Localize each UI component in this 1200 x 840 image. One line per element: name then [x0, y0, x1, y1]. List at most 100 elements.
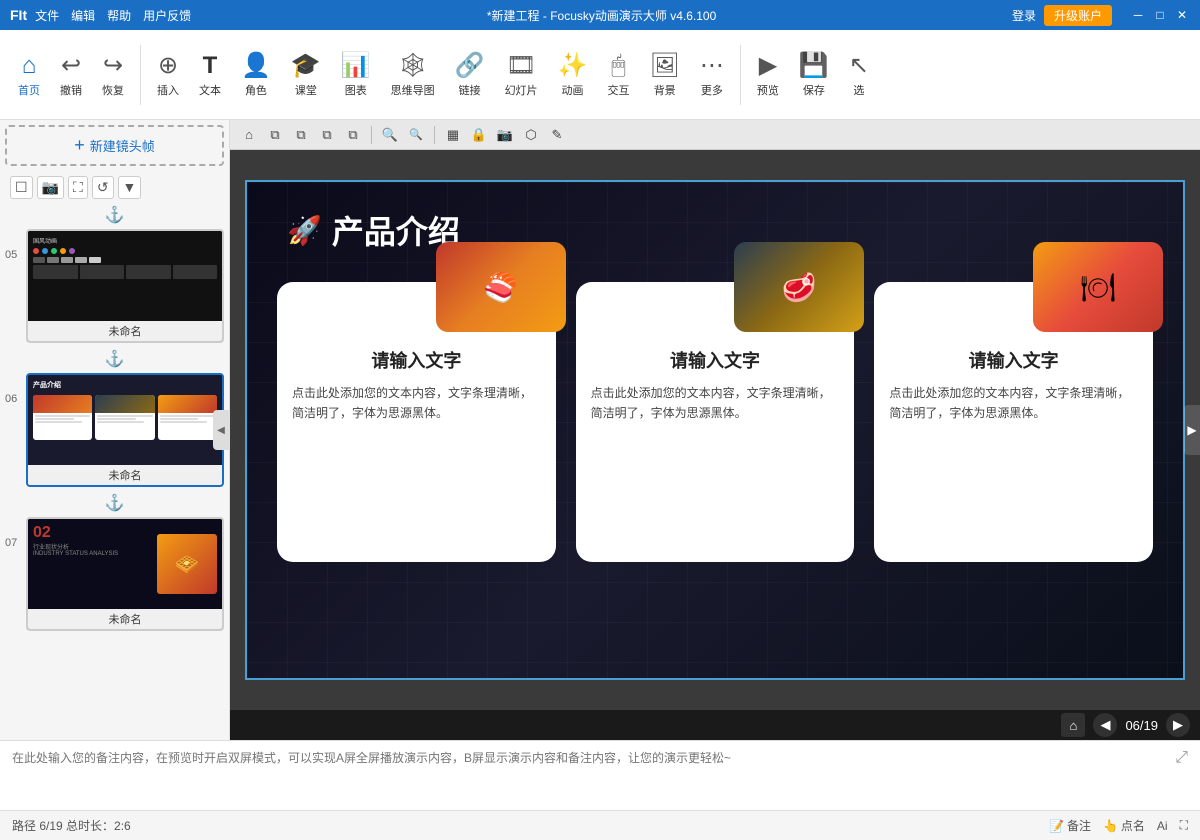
- nav-prev-button[interactable]: ◀: [1093, 713, 1117, 737]
- thumb-05-grid: [33, 265, 217, 279]
- nav-home-button[interactable]: ⌂: [1061, 713, 1085, 737]
- main-content: + 新建镜头帧 ☐ 📷 ⛶ ↺ ▼ ⚓ 05 国风动画: [0, 120, 1200, 740]
- toolbar-bg-label: 背景: [654, 82, 676, 98]
- toolbar-select[interactable]: ↖ 选: [841, 47, 877, 102]
- canvas-sep-2: [434, 126, 435, 144]
- redo-icon: ↪: [103, 51, 123, 80]
- login-button[interactable]: 登录: [1012, 7, 1036, 24]
- more-button[interactable]: ▼: [118, 176, 142, 199]
- toolbar-home[interactable]: ⌂ 首页: [10, 48, 48, 102]
- rotate-button[interactable]: ↺: [92, 176, 114, 199]
- canvas-del-tool[interactable]: ⧉: [342, 124, 364, 146]
- canvas-area: ⌂ ⧉ ⧉ ⧉ ⧉ 🔍 🔍 ▦ 🔒 📷 ⬡ ✎ 🚀 产品介绍: [230, 120, 1200, 740]
- slide-card-2[interactable]: 🥩 请输入文字 点击此处添加您的文本内容，文字条理清晰，简洁明了，字体为思源黑体…: [576, 282, 855, 562]
- maximize-button[interactable]: □: [1152, 7, 1168, 23]
- canvas-copy-tool[interactable]: ⧉: [264, 124, 286, 146]
- menu-edit[interactable]: 编辑: [71, 7, 95, 24]
- menu-file[interactable]: 文件: [35, 7, 59, 24]
- toolbar-redo[interactable]: ↪ 恢复: [94, 47, 132, 102]
- ai-button[interactable]: Ai: [1157, 819, 1168, 833]
- toolbar-undo[interactable]: ↩ 撤销: [52, 47, 90, 102]
- close-button[interactable]: ✕: [1174, 7, 1190, 23]
- statusbar-right: 📝 备注 👆 点名 Ai ⛶: [1049, 817, 1188, 834]
- notes-expand-button[interactable]: ⤢: [1175, 749, 1188, 767]
- food-image-3: 🍽: [1033, 242, 1163, 332]
- toolbar-select-label: 选: [853, 82, 864, 98]
- canvas-zoomout-tool[interactable]: 🔍: [405, 124, 427, 146]
- page-info: 06/19: [1125, 718, 1158, 733]
- toolbar-text[interactable]: T 文本: [191, 48, 229, 102]
- card-text-3[interactable]: 点击此处添加您的文本内容，文字条理清晰，简洁明了，字体为思源黑体。: [889, 383, 1138, 424]
- mindmap-icon: 🕸: [397, 51, 427, 80]
- fullscreen-button[interactable]: ⛶: [1180, 818, 1188, 833]
- canvas-shape-tool[interactable]: ⬡: [520, 124, 542, 146]
- nav-next-button[interactable]: ▶: [1166, 713, 1190, 737]
- slide-thumbnail-07[interactable]: 02 行业现状分析INDUSTRY STATUS ANALYSIS 🧇 未命名: [26, 517, 224, 631]
- card-text-2[interactable]: 点击此处添加您的文本内容，文字条理清晰，简洁明了，字体为思源黑体。: [591, 383, 840, 424]
- right-expand-button[interactable]: ▶: [1184, 405, 1200, 455]
- slide-card-img-3: 🍽: [1033, 242, 1163, 332]
- collapse-panel-button[interactable]: ◀: [213, 410, 229, 450]
- copy-frame-button[interactable]: ☐: [10, 176, 33, 199]
- dotname-button[interactable]: 👆 点名: [1103, 817, 1145, 834]
- card-title-3[interactable]: 请输入文字: [889, 347, 1138, 373]
- slide-card-1[interactable]: 🍣 请输入文字 点击此处添加您的文本内容，文字条理清晰，简洁明了，字体为思源黑体…: [277, 282, 556, 562]
- toolbar-bg[interactable]: 🖼 背景: [641, 47, 687, 102]
- canvas-edit-tool[interactable]: ✎: [546, 124, 568, 146]
- toolbar-preview[interactable]: ▶ 预览: [749, 47, 787, 102]
- card-title-1[interactable]: 请输入文字: [292, 347, 541, 373]
- canvas-grid-tool[interactable]: ▦: [442, 124, 464, 146]
- thumb-05-dots: [33, 248, 217, 254]
- toolbar-chart[interactable]: 📊 图表: [333, 47, 379, 102]
- toolbar-more[interactable]: ⋯ 更多: [692, 47, 732, 102]
- canvas-zoomin-tool[interactable]: 🔍: [379, 124, 401, 146]
- toolbar-role[interactable]: 👤 角色: [233, 47, 279, 102]
- upgrade-button[interactable]: 升级账户: [1044, 5, 1112, 26]
- toolbar-insert[interactable]: ⊕ 插入: [149, 47, 187, 102]
- interact-icon: 🖱: [611, 52, 625, 80]
- menu-feedback[interactable]: 用户反馈: [143, 7, 191, 24]
- notes-icon: 📝: [1049, 819, 1064, 833]
- dotname-label: 点名: [1121, 817, 1145, 834]
- canvas-lock-tool[interactable]: 🔒: [468, 124, 490, 146]
- notes-button[interactable]: 📝 备注: [1049, 817, 1091, 834]
- slide-thumbnail-05[interactable]: 国风动画: [26, 229, 224, 343]
- fit-button[interactable]: ⛶: [68, 176, 88, 199]
- canvas-cut-tool[interactable]: ⧉: [316, 124, 338, 146]
- new-frame-button[interactable]: + 新建镜头帧: [5, 125, 224, 166]
- toolbar-save-label: 保存: [803, 82, 825, 98]
- toolbar-link[interactable]: 🔗 链接: [447, 47, 493, 102]
- card-title-2[interactable]: 请输入文字: [591, 347, 840, 373]
- toolbar-class[interactable]: 🎓 课堂: [283, 47, 329, 102]
- slide-canvas[interactable]: 🚀 产品介绍 🍣 请输入文字 点击此处添加您的文本内容，文字条理清晰，简洁明了，…: [245, 180, 1185, 680]
- canvas-content[interactable]: 🚀 产品介绍 🍣 请输入文字 点击此处添加您的文本内容，文字条理清晰，简洁明了，…: [230, 150, 1200, 710]
- toolbar-save[interactable]: 💾 保存: [791, 47, 837, 102]
- menu-help[interactable]: 帮助: [107, 7, 131, 24]
- canvas-photo-tool[interactable]: 📷: [494, 124, 516, 146]
- ai-label: Ai: [1157, 819, 1168, 833]
- minimize-button[interactable]: ─: [1130, 7, 1146, 23]
- toolbar-slide[interactable]: 🎞 幻灯片: [497, 47, 546, 102]
- toolbar-mindmap-label: 思维导图: [391, 82, 435, 98]
- canvas-paste-tool[interactable]: ⧉: [290, 124, 312, 146]
- slide-number-06: 06: [5, 373, 21, 405]
- slide-card-3[interactable]: 🍽 请输入文字 点击此处添加您的文本内容，文字条理清晰，简洁明了，字体为思源黑体…: [874, 282, 1153, 562]
- card-text-1[interactable]: 点击此处添加您的文本内容，文字条理清晰，简洁明了，字体为思源黑体。: [292, 383, 541, 424]
- titlebar-menu: 文件 编辑 帮助 用户反馈: [35, 7, 191, 24]
- toolbar-interact[interactable]: 🖱 交互: [599, 48, 637, 102]
- titlebar-left: FIt 文件 编辑 帮助 用户反馈: [10, 7, 191, 24]
- slide-thumbnail-06[interactable]: 产品介绍: [26, 373, 224, 487]
- toolbar-preview-label: 预览: [757, 82, 779, 98]
- status-bar: 路径 6/19 总时长：2:6 📝 备注 👆 点名 Ai ⛶: [0, 810, 1200, 840]
- toolbar-text-label: 文本: [199, 82, 221, 98]
- titlebar-right: 登录 升级账户 ─ □ ✕: [1012, 5, 1190, 26]
- screenshot-button[interactable]: 📷: [37, 176, 64, 199]
- notes-input[interactable]: [12, 749, 1167, 802]
- toolbar-mindmap[interactable]: 🕸 思维导图: [383, 47, 443, 102]
- text-icon: T: [203, 52, 218, 80]
- class-icon: 🎓: [291, 51, 321, 80]
- fullscreen-icon: ⛶: [1180, 818, 1188, 833]
- canvas-home-tool[interactable]: ⌂: [238, 124, 260, 146]
- main-toolbar: ⌂ 首页 ↩ 撤销 ↪ 恢复 ⊕ 插入 T 文本 👤 角色 🎓 课堂 📊 图表 …: [0, 30, 1200, 120]
- toolbar-animation[interactable]: ✨ 动画: [550, 47, 596, 102]
